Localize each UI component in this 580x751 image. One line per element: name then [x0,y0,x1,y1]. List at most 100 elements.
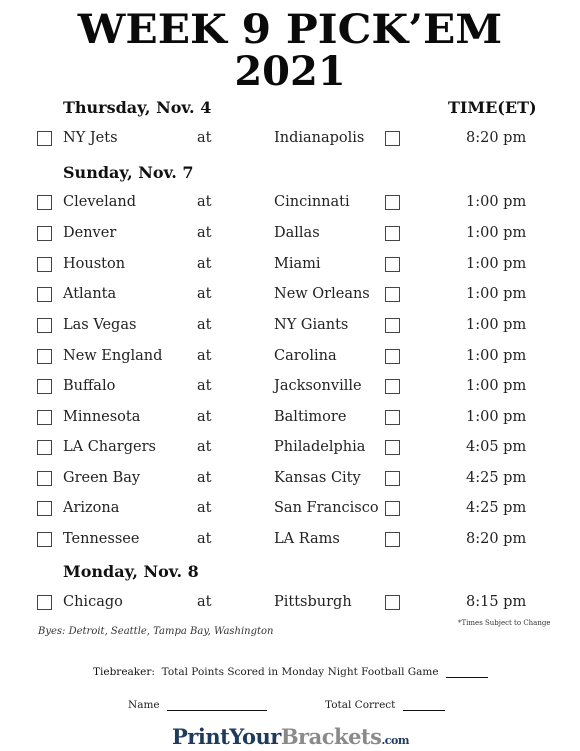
game-row: Tennessee at LA Rams 8:20 pm [0,529,580,549]
home-pick-checkbox[interactable] [385,532,400,547]
home-team: NY Giants [274,317,349,333]
game-time: 8:20 pm [466,130,527,146]
game-time: 1:00 pm [466,225,527,241]
away-pick-checkbox[interactable] [37,287,52,302]
home-pick-checkbox[interactable] [385,195,400,210]
name-field: Name [128,699,267,711]
page-title-year: 2021 [234,48,346,95]
at-label: at [197,130,212,146]
away-team: Buffalo [63,378,116,394]
away-team: Houston [63,256,126,272]
at-label: at [197,348,212,364]
away-team: Minnesota [63,409,141,425]
at-label: at [197,286,212,302]
at-label: at [197,378,212,394]
away-team: Denver [63,225,117,241]
home-pick-checkbox[interactable] [385,440,400,455]
home-pick-checkbox[interactable] [385,501,400,516]
day-header: Sunday, Nov. 7 [63,163,194,182]
byes-text: Byes: Detroit, Seattle, Tampa Bay, Washi… [38,626,274,637]
away-pick-checkbox[interactable] [37,532,52,547]
game-time: 1:00 pm [466,317,527,333]
times-note: *Times Subject to Change [458,619,551,627]
home-team: Jacksonville [274,378,362,394]
day-header-thursday: Thursday, Nov. 4 [63,98,212,117]
at-label: at [197,317,212,333]
time-column-header: TIME(ET) [448,98,537,117]
tiebreaker-input-line[interactable] [445,677,488,678]
game-time: 1:00 pm [466,378,527,394]
away-pick-checkbox[interactable] [37,379,52,394]
game-time: 1:00 pm [466,348,527,364]
away-pick-checkbox[interactable] [37,318,52,333]
home-pick-checkbox[interactable] [385,471,400,486]
name-input-line[interactable] [166,710,267,711]
away-pick-checkbox[interactable] [37,410,52,425]
game-row: Atlanta at New Orleans 1:00 pm [0,284,580,304]
logo-part2: Brackets [280,724,382,749]
game-row: Cleveland at Cincinnati 1:00 pm [0,192,580,212]
away-team: Green Bay [63,470,141,486]
home-team: New Orleans [274,286,370,302]
away-team: Las Vegas [63,317,137,333]
away-pick-checkbox[interactable] [37,471,52,486]
logo-part3: .com [381,734,409,747]
home-team: Baltimore [274,409,347,425]
home-pick-checkbox[interactable] [385,131,400,146]
away-pick-checkbox[interactable] [37,349,52,364]
away-pick-checkbox[interactable] [37,257,52,272]
away-pick-checkbox[interactable] [37,226,52,241]
away-pick-checkbox[interactable] [37,131,52,146]
tiebreaker-text: Total Points Scored in Monday Night Foot… [161,666,439,678]
game-time: 8:20 pm [466,531,527,547]
game-row: Denver at Dallas 1:00 pm [0,223,580,243]
away-team: Chicago [63,594,123,610]
away-pick-checkbox[interactable] [37,501,52,516]
home-pick-checkbox[interactable] [385,318,400,333]
home-pick-checkbox[interactable] [385,595,400,610]
tiebreaker: Tiebreaker: Total Points Scored in Monda… [93,666,488,678]
away-team: New England [63,348,163,364]
game-row: New England at Carolina 1:00 pm [0,346,580,366]
logo-part1: PrintYour [172,724,281,749]
away-pick-checkbox[interactable] [37,595,52,610]
at-label: at [197,470,212,486]
at-label: at [197,225,212,241]
day-header: Monday, Nov. 8 [63,562,199,581]
total-correct-label: Total Correct [325,699,396,711]
away-team: Tennessee [63,531,140,547]
home-team: Cincinnati [274,194,350,210]
home-pick-checkbox[interactable] [385,410,400,425]
home-team: Pittsburgh [274,594,352,610]
away-team: Arizona [63,500,120,516]
home-pick-checkbox[interactable] [385,349,400,364]
tiebreaker-label: Tiebreaker: [93,666,155,678]
at-label: at [197,500,212,516]
home-pick-checkbox[interactable] [385,287,400,302]
home-team: Philadelphia [274,439,366,455]
game-row: NY Jets at Indianapolis 8:20 pm [0,128,580,148]
game-time: 8:15 pm [466,594,527,610]
home-team: Carolina [274,348,337,364]
printyourbrackets-logo: PrintYourBrackets.com [172,724,409,749]
total-correct-field: Total Correct [325,699,445,711]
game-row: Green Bay at Kansas City 4:25 pm [0,468,580,488]
page-title: WEEK 9 PICK’EM [77,6,503,53]
away-pick-checkbox[interactable] [37,440,52,455]
home-pick-checkbox[interactable] [385,226,400,241]
at-label: at [197,439,212,455]
game-row: Arizona at San Francisco 4:25 pm [0,498,580,518]
home-pick-checkbox[interactable] [385,379,400,394]
home-pick-checkbox[interactable] [385,257,400,272]
at-label: at [197,256,212,272]
home-team: Kansas City [274,470,361,486]
game-row: LA Chargers at Philadelphia 4:05 pm [0,437,580,457]
game-time: 1:00 pm [466,286,527,302]
game-row: Chicago at Pittsburgh 8:15 pm [0,592,580,612]
total-correct-input-line[interactable] [402,710,445,711]
home-team: San Francisco [274,500,379,516]
away-team: LA Chargers [63,439,156,455]
away-pick-checkbox[interactable] [37,195,52,210]
game-time: 1:00 pm [466,256,527,272]
game-row: Minnesota at Baltimore 1:00 pm [0,407,580,427]
